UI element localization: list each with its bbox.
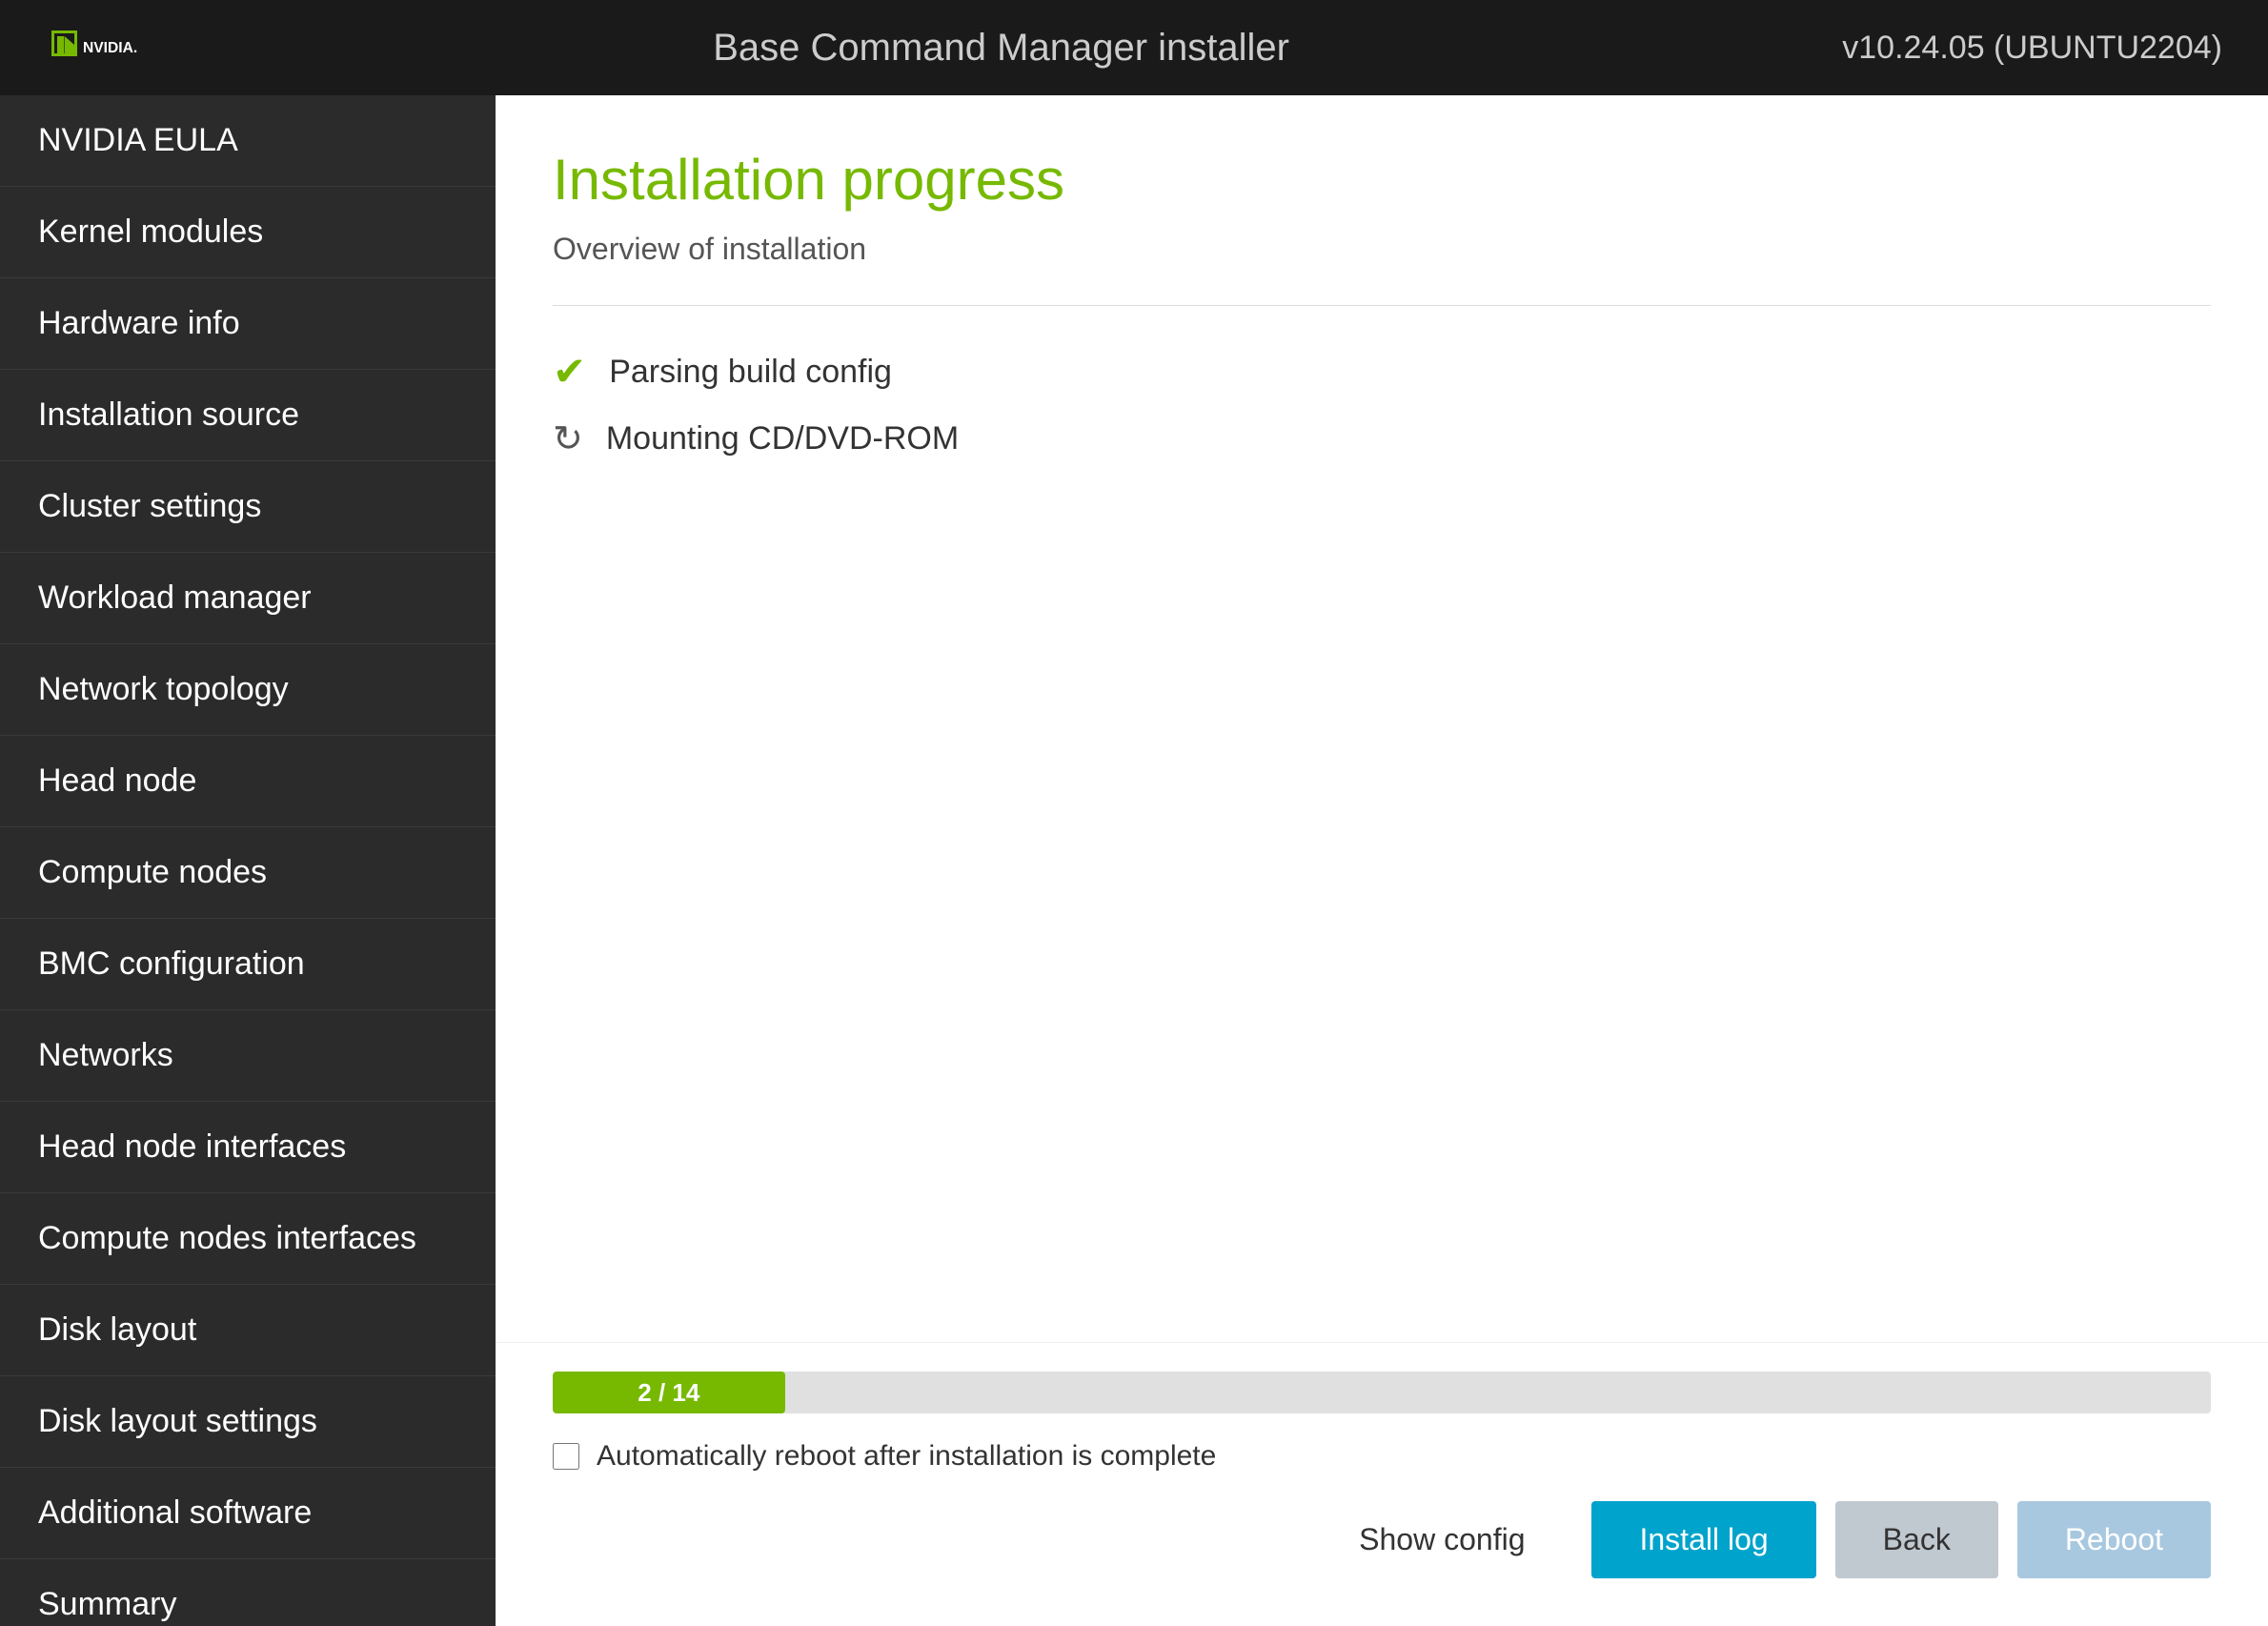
progress-item-label: Parsing build config	[609, 354, 892, 391]
app-title: Base Command Manager installer	[160, 27, 1842, 70]
nvidia-logo-icon: NVIDIA.	[46, 24, 160, 71]
main-layout: NVIDIA EULA Kernel modules Hardware info…	[0, 95, 2268, 1626]
logo-area: NVIDIA.	[46, 24, 160, 71]
back-button[interactable]: Back	[1835, 1501, 1998, 1578]
progress-items-list: ✔ Parsing build config ↻ Mounting CD/DVD…	[553, 352, 2211, 457]
sidebar-item-disk-layout-settings[interactable]: Disk layout settings	[0, 1376, 496, 1468]
reboot-button[interactable]: Reboot	[2017, 1501, 2211, 1578]
content-body: Installation progress Overview of instal…	[496, 95, 2268, 1342]
spinner-icon: ↻	[553, 421, 583, 457]
sidebar-item-network-topology[interactable]: Network topology	[0, 644, 496, 736]
app-header: NVIDIA. Base Command Manager installer v…	[0, 0, 2268, 95]
sidebar-item-networks[interactable]: Networks	[0, 1010, 496, 1102]
show-config-button[interactable]: Show config	[1311, 1501, 1572, 1578]
footer-buttons: Show config Install log Back Reboot	[553, 1501, 2211, 1578]
sidebar-item-hardware-info[interactable]: Hardware info	[0, 278, 496, 370]
sidebar-item-compute-nodes[interactable]: Compute nodes	[0, 827, 496, 919]
checkbox-row: Automatically reboot after installation …	[553, 1440, 2211, 1473]
sidebar-item-kernel-modules[interactable]: Kernel modules	[0, 187, 496, 278]
progress-item-mount-dvd: ↻ Mounting CD/DVD-ROM	[553, 420, 2211, 457]
install-log-button[interactable]: Install log	[1591, 1501, 1815, 1578]
sidebar-item-head-node[interactable]: Head node	[0, 736, 496, 827]
page-title: Installation progress	[553, 147, 2211, 213]
check-icon: ✔	[553, 352, 586, 392]
sidebar-item-head-node-interfaces[interactable]: Head node interfaces	[0, 1102, 496, 1193]
sidebar-item-installation-source[interactable]: Installation source	[0, 370, 496, 461]
sidebar-item-summary[interactable]: Summary	[0, 1559, 496, 1626]
divider	[553, 305, 2211, 306]
sidebar-item-bmc-configuration[interactable]: BMC configuration	[0, 919, 496, 1010]
auto-reboot-checkbox[interactable]	[553, 1443, 579, 1470]
sidebar-item-nvidia-eula[interactable]: NVIDIA EULA	[0, 95, 496, 187]
sidebar: NVIDIA EULA Kernel modules Hardware info…	[0, 95, 496, 1626]
page-subtitle: Overview of installation	[553, 232, 2211, 267]
progress-bar-fill: 2 / 14	[553, 1372, 785, 1413]
sidebar-item-workload-manager[interactable]: Workload manager	[0, 553, 496, 644]
progress-item-parse-config: ✔ Parsing build config	[553, 352, 2211, 392]
content-footer: 2 / 14 Automatically reboot after instal…	[496, 1342, 2268, 1626]
progress-bar-container: 2 / 14	[553, 1372, 2211, 1413]
sidebar-item-cluster-settings[interactable]: Cluster settings	[0, 461, 496, 553]
sidebar-item-additional-software[interactable]: Additional software	[0, 1468, 496, 1559]
content-area: Installation progress Overview of instal…	[496, 95, 2268, 1626]
app-version: v10.24.05 (UBUNTU2204)	[1842, 30, 2222, 67]
sidebar-item-compute-nodes-interfaces[interactable]: Compute nodes interfaces	[0, 1193, 496, 1285]
progress-item-label: Mounting CD/DVD-ROM	[606, 420, 959, 457]
svg-text:NVIDIA.: NVIDIA.	[83, 40, 137, 56]
sidebar-item-disk-layout[interactable]: Disk layout	[0, 1285, 496, 1376]
auto-reboot-label: Automatically reboot after installation …	[597, 1440, 1216, 1473]
